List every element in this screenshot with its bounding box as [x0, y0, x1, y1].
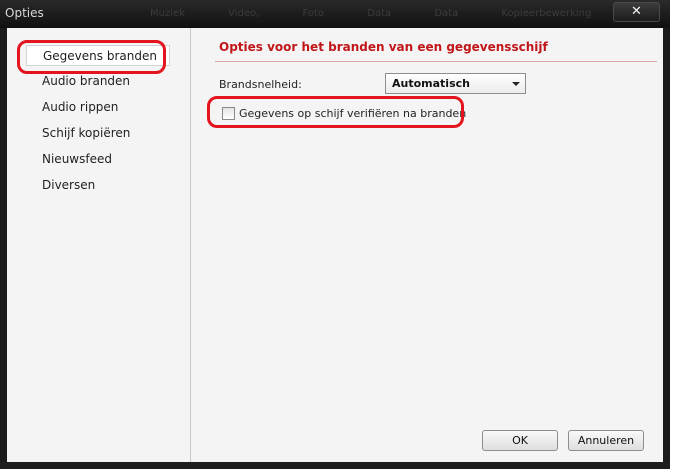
speed-select[interactable]: Automatisch	[385, 73, 526, 94]
window-bottom-edge	[0, 462, 670, 469]
ok-button[interactable]: OK	[482, 430, 558, 451]
heading-divider	[215, 61, 657, 62]
bg-tab: Video, Foto	[228, 8, 325, 19]
title-bar: Opties Muziek Video, Foto Data Data Kopi…	[0, 0, 670, 28]
background-tabs: Muziek Video, Foto Data Data Kopieerbewe…	[150, 8, 591, 19]
window-title: Opties	[5, 6, 44, 20]
bg-tab: Data	[367, 8, 392, 19]
bg-tab: Data	[434, 8, 459, 19]
main-panel: Opties voor het branden van een gegevens…	[192, 28, 663, 462]
sidebar-item-audio-branden[interactable]: Audio branden	[42, 74, 130, 88]
highlight-annotation-sidebar	[17, 40, 166, 74]
sidebar: Gegevens branden Audio branden Audio rip…	[7, 28, 191, 462]
chevron-down-icon	[512, 82, 520, 86]
bg-tab: Muziek	[150, 8, 185, 19]
sidebar-item-diversen[interactable]: Diversen	[42, 178, 95, 192]
cancel-button[interactable]: Annuleren	[568, 430, 644, 451]
sidebar-item-nieuwsfeed[interactable]: Nieuwsfeed	[42, 152, 112, 166]
sidebar-item-audio-rippen[interactable]: Audio rippen	[42, 100, 118, 114]
highlight-annotation-checkbox	[207, 96, 464, 128]
dialog-client: Gegevens branden Audio branden Audio rip…	[7, 28, 663, 462]
speed-label: Brandsnelheid:	[219, 78, 302, 91]
speed-value: Automatisch	[392, 77, 470, 90]
sidebar-item-schijf-kopieren[interactable]: Schijf kopiëren	[42, 126, 130, 140]
bg-tab: Kopieerbewerking	[501, 8, 592, 19]
close-icon: ✕	[631, 4, 642, 19]
close-button[interactable]: ✕	[613, 2, 660, 22]
background-strip	[670, 0, 684, 469]
section-heading: Opties voor het branden van een gegevens…	[219, 40, 548, 54]
